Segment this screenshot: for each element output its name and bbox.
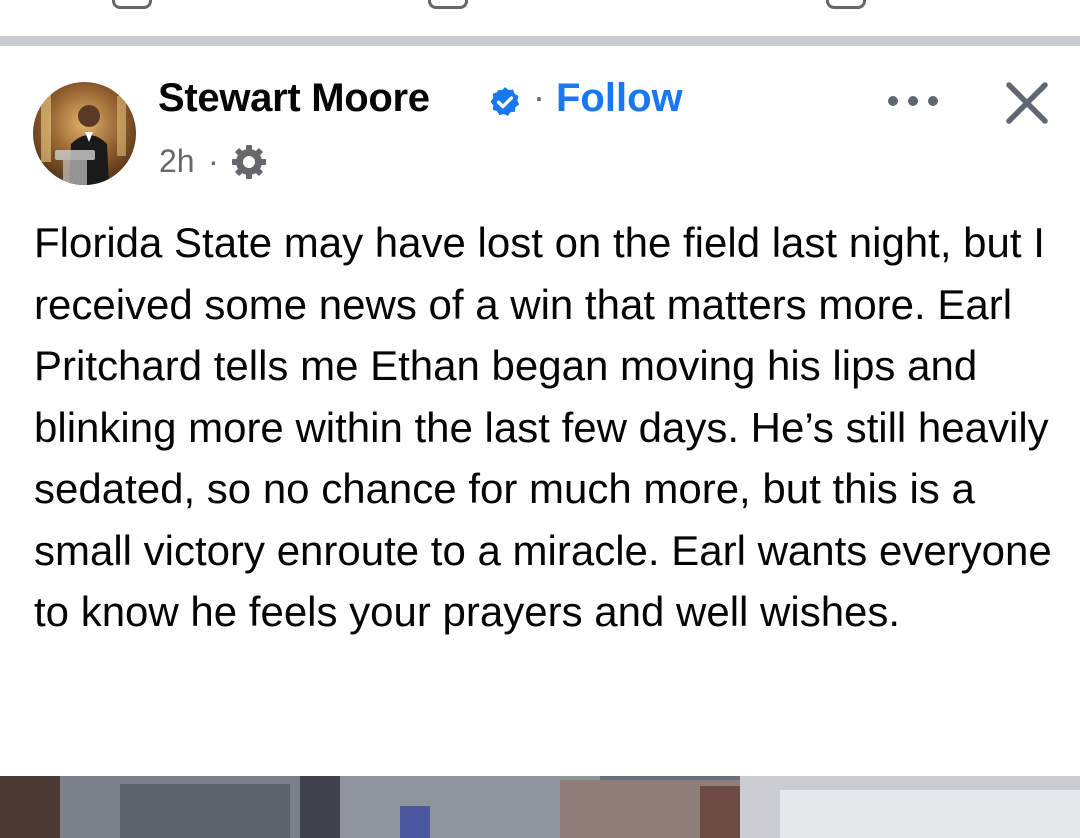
follow-button[interactable]: Follow (556, 76, 683, 121)
post-text: Florida State may have lost on the field… (34, 219, 1052, 635)
comment-icon[interactable] (112, 0, 152, 9)
gear-icon[interactable] (229, 142, 269, 182)
time-separator: · (208, 143, 219, 179)
author-name[interactable]: Stewart Moore (158, 76, 430, 121)
post-time[interactable]: 2h (159, 143, 195, 180)
previous-post-action-bar (0, 0, 1080, 36)
post-photo[interactable] (0, 776, 1080, 838)
verified-badge-icon (490, 87, 520, 116)
send-icon[interactable] (826, 0, 866, 9)
post-separator (0, 36, 1080, 46)
name-separator: · (533, 76, 545, 117)
more-horizontal-icon[interactable] (883, 86, 943, 116)
post-card: Stewart Moore · Follow 2h · Florida Stat… (0, 46, 1080, 838)
share-icon[interactable] (428, 0, 468, 9)
avatar[interactable] (33, 82, 136, 185)
close-icon[interactable] (1002, 78, 1052, 128)
